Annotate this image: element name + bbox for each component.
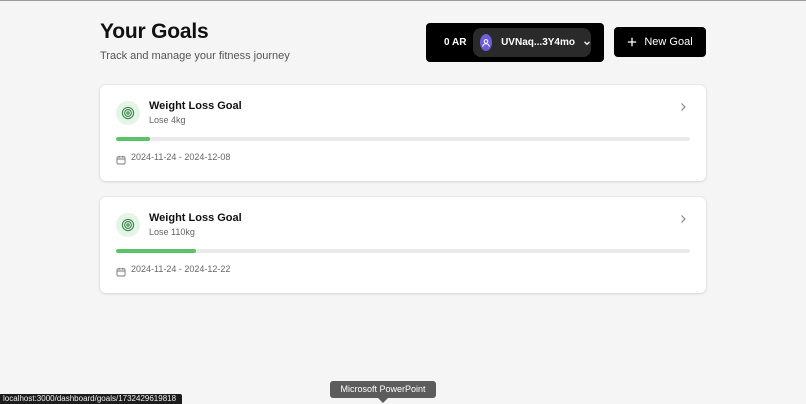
- new-goal-label: New Goal: [644, 36, 693, 48]
- window-top-border: [0, 0, 806, 1]
- dock-tooltip: Microsoft PowerPoint: [330, 381, 436, 398]
- goal-dates: 2024-11-24 - 2024-12-22: [131, 264, 231, 274]
- chevron-right-icon[interactable]: [678, 211, 688, 223]
- goal-dates: 2024-11-24 - 2024-12-08: [131, 152, 231, 162]
- new-goal-button[interactable]: New Goal: [614, 27, 706, 57]
- goal-progress-fill: [116, 137, 151, 141]
- page-title: Your Goals: [100, 20, 209, 43]
- goal-card[interactable]: Weight Loss Goal Lose 4kg 2024-11-24 - 2…: [100, 85, 706, 181]
- target-icon: [116, 213, 140, 237]
- page-subtitle: Track and manage your fitness journey: [100, 50, 290, 62]
- calendar-icon: [116, 152, 126, 165]
- target-icon: [116, 101, 140, 125]
- tooltip-arrow: [378, 398, 388, 403]
- goal-description: Lose 4kg: [149, 115, 186, 125]
- chevron-down-icon: [583, 39, 591, 47]
- status-bar-url: localhost:3000/dashboard/goals/173242961…: [0, 394, 182, 404]
- chevron-right-icon[interactable]: [678, 99, 688, 111]
- goal-title: Weight Loss Goal: [149, 212, 242, 224]
- wallet-balance: 0 AR: [444, 37, 467, 48]
- account-address: UVNaq...3Y4mo: [501, 37, 575, 48]
- calendar-icon: [116, 264, 126, 277]
- wallet-widget: 0 AR UVNaq...3Y4mo: [426, 23, 604, 62]
- user-icon: [480, 34, 493, 51]
- goal-progress-fill: [116, 249, 197, 253]
- account-dropdown[interactable]: UVNaq...3Y4mo: [473, 28, 591, 57]
- goal-progress-bar: [116, 249, 690, 253]
- goal-title: Weight Loss Goal: [149, 100, 242, 112]
- goal-card[interactable]: Weight Loss Goal Lose 110kg 2024-11-24 -…: [100, 197, 706, 293]
- plus-icon: [627, 37, 637, 47]
- goal-progress-bar: [116, 137, 690, 141]
- goal-description: Lose 110kg: [149, 227, 195, 237]
